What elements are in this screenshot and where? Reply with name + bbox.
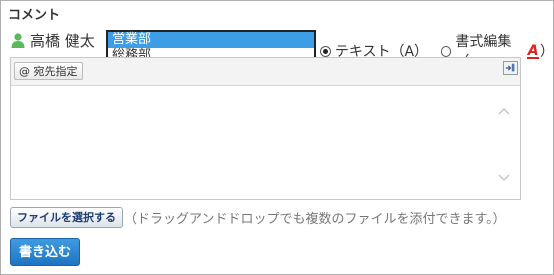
mention-button[interactable]: @ 宛先指定 <box>14 62 83 80</box>
drag-drop-hint: （ドラッグアンドドロップでも複数のファイルを添付できます。） <box>124 212 506 227</box>
rich-edit-close-paren: ） <box>540 44 554 60</box>
text-mode-radio[interactable] <box>320 45 331 57</box>
submit-comment-button[interactable]: 書き込む <box>10 238 81 266</box>
department-option-sales[interactable]: 営業部 <box>108 32 314 48</box>
expand-editor-icon[interactable] <box>503 61 518 75</box>
comment-textarea[interactable] <box>11 86 520 199</box>
format-edit-icon: A <box>527 43 539 59</box>
scroll-down-icon[interactable] <box>498 173 510 183</box>
scroll-up-icon[interactable] <box>498 106 510 116</box>
comment-heading: コメント <box>8 8 61 23</box>
rich-edit-mode-radio[interactable] <box>440 45 452 57</box>
user-row: 高橋 健太 <box>10 30 95 50</box>
person-icon <box>11 33 25 48</box>
comment-editor: @ 宛先指定 <box>10 57 521 200</box>
select-file-button[interactable]: ファイルを選択する <box>10 207 123 228</box>
user-name: 高橋 健太 <box>30 31 95 50</box>
editor-toolbar: @ 宛先指定 <box>11 58 520 86</box>
